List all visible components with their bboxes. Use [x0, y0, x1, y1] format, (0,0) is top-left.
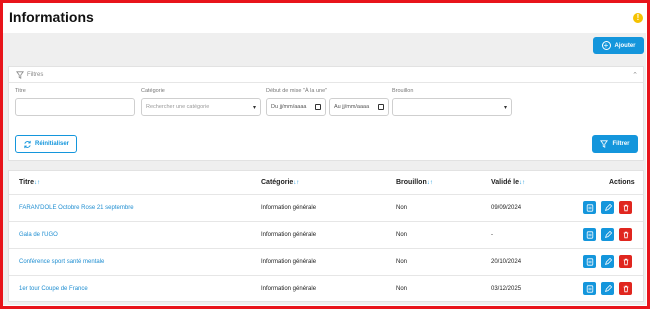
- edit-button[interactable]: [601, 228, 614, 241]
- row-valide-le: -: [491, 232, 493, 238]
- column-header-titre[interactable]: Titre↓↑: [19, 179, 40, 186]
- table-row: FARAN'DOLE Octobre Rose 21 septembre Inf…: [9, 194, 643, 221]
- chevron-down-icon: ▾: [503, 105, 507, 111]
- add-button-label: Ajouter: [614, 42, 636, 49]
- titre-filter-input[interactable]: [15, 98, 135, 116]
- table-row: Conférence sport santé mentale Informati…: [9, 248, 643, 275]
- filter-panel-title: Filtres: [27, 72, 44, 78]
- plus-circle-icon: +: [601, 41, 611, 50]
- date-to-prefix: Au: [334, 104, 341, 110]
- categorie-filter-label: Catégorie: [141, 88, 165, 94]
- reset-button[interactable]: Réinitialiser: [15, 135, 77, 153]
- edit-button[interactable]: [601, 255, 614, 268]
- results-table: Titre↓↑ Catégorie↓↑ Brouillon↓↑ Validé l…: [8, 170, 644, 302]
- filter-panel-header[interactable]: Filtres ⌃: [9, 67, 643, 83]
- info-icon[interactable]: !: [633, 13, 643, 23]
- view-button[interactable]: [583, 228, 596, 241]
- categorie-placeholder: Rechercher une catégorie: [146, 104, 210, 110]
- pencil-icon: [604, 230, 612, 238]
- document-icon: [586, 284, 593, 293]
- row-categorie: Information générale: [261, 232, 317, 238]
- calendar-icon[interactable]: [315, 104, 321, 110]
- column-header-brouillon[interactable]: Brouillon↓↑: [396, 179, 433, 186]
- sort-icon: ↓↑: [34, 180, 41, 186]
- chevron-down-icon: ▾: [252, 105, 256, 111]
- view-button[interactable]: [583, 255, 596, 268]
- date-to-placeholder: jj/mm/aaaa: [342, 104, 370, 110]
- column-header-categorie[interactable]: Catégorie↓↑: [261, 179, 299, 186]
- chevron-up-icon[interactable]: ⌃: [632, 71, 638, 79]
- sort-icon: ↓↑: [519, 180, 526, 186]
- row-brouillon: Non: [396, 232, 408, 238]
- view-button[interactable]: [583, 201, 596, 214]
- date-from-input[interactable]: Du jj/mm/aaaa: [266, 98, 326, 116]
- brouillon-filter-select[interactable]: ▾: [392, 98, 512, 116]
- document-icon: [586, 203, 593, 212]
- row-categorie: Information générale: [261, 286, 317, 292]
- pencil-icon: [604, 257, 612, 265]
- row-categorie: Information générale: [261, 205, 317, 211]
- row-titre-link[interactable]: 1er tour Coupe de France: [19, 286, 88, 292]
- filter-button-label: Filtrer: [612, 141, 630, 147]
- row-brouillon: Non: [396, 259, 408, 265]
- date-from-placeholder: jj/mm/aaaa: [279, 104, 307, 110]
- categorie-filter-select[interactable]: Rechercher une catégorie ▾: [141, 98, 261, 116]
- filter-panel: Filtres ⌃ Titre Catégorie Rechercher une…: [8, 66, 644, 161]
- column-valide-label: Validé le: [491, 179, 520, 186]
- sort-icon: ↓↑: [426, 180, 433, 186]
- document-icon: [586, 257, 593, 266]
- add-button[interactable]: + Ajouter: [593, 37, 644, 54]
- row-valide-le: 03/12/2025: [491, 286, 522, 292]
- filter-button[interactable]: Filtrer: [592, 135, 638, 153]
- view-button[interactable]: [583, 282, 596, 295]
- reset-button-label: Réinitialiser: [34, 141, 69, 147]
- delete-button[interactable]: [619, 201, 632, 214]
- trash-icon: [623, 285, 628, 292]
- sort-icon: ↓↑: [293, 180, 300, 186]
- titre-filter-label: Titre: [15, 88, 26, 94]
- column-categorie-label: Catégorie: [261, 179, 294, 186]
- row-valide-le: 09/09/2024: [491, 205, 522, 211]
- debut-filter-label: Début de mise "À la une": [266, 88, 328, 94]
- calendar-icon[interactable]: [378, 104, 384, 110]
- trash-icon: [623, 231, 628, 238]
- brouillon-filter-label: Brouillon: [392, 88, 414, 94]
- funnel-icon: [16, 71, 24, 79]
- column-header-actions: Actions: [609, 179, 635, 186]
- document-icon: [586, 230, 593, 239]
- edit-button[interactable]: [601, 282, 614, 295]
- date-to-input[interactable]: Au jj/mm/aaaa: [329, 98, 389, 116]
- delete-button[interactable]: [619, 282, 632, 295]
- trash-icon: [623, 258, 628, 265]
- column-header-valide-le[interactable]: Validé le↓↑: [491, 179, 525, 186]
- column-titre-label: Titre: [19, 179, 35, 186]
- row-titre-link[interactable]: Gala de l'UGO: [19, 232, 58, 238]
- funnel-icon: [600, 140, 609, 148]
- column-brouillon-label: Brouillon: [396, 179, 427, 186]
- pencil-icon: [604, 203, 612, 211]
- row-categorie: Information générale: [261, 259, 317, 265]
- page-title: Informations: [9, 9, 94, 25]
- row-titre-link[interactable]: Conférence sport santé mentale: [19, 259, 104, 265]
- row-brouillon: Non: [396, 286, 408, 292]
- edit-button[interactable]: [601, 201, 614, 214]
- delete-button[interactable]: [619, 228, 632, 241]
- row-valide-le: 20/10/2024: [491, 259, 522, 265]
- table-row: Gala de l'UGO Information générale Non -: [9, 221, 643, 248]
- table-row: 1er tour Coupe de France Information gén…: [9, 275, 643, 302]
- row-titre-link[interactable]: FARAN'DOLE Octobre Rose 21 septembre: [19, 205, 134, 211]
- delete-button[interactable]: [619, 255, 632, 268]
- refresh-icon: [24, 140, 31, 148]
- trash-icon: [623, 204, 628, 211]
- pencil-icon: [604, 284, 612, 292]
- row-brouillon: Non: [396, 205, 408, 211]
- date-from-prefix: Du: [271, 104, 279, 110]
